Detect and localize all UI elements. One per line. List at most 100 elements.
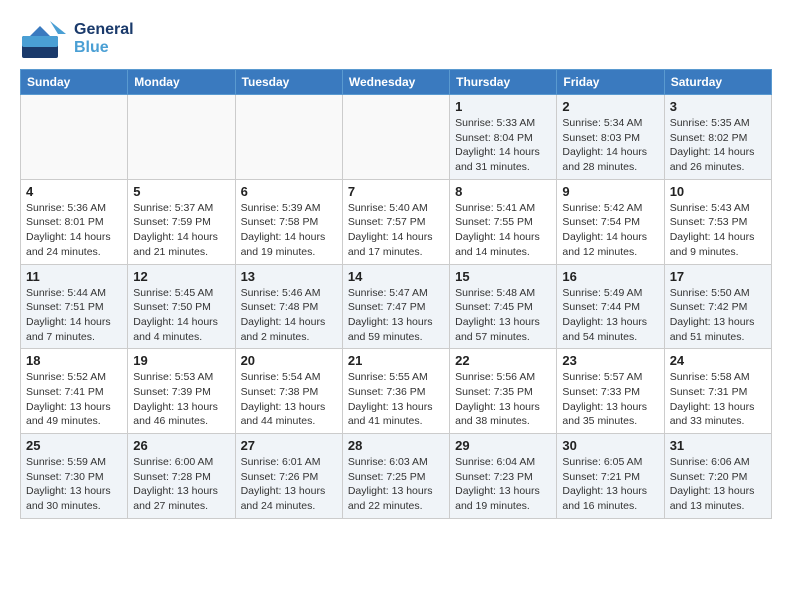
day-info: Sunrise: 5:42 AM Sunset: 7:54 PM Dayligh… [562, 201, 658, 260]
day-number: 12 [133, 269, 229, 284]
logo-blue-text: Blue [74, 39, 134, 57]
day-info: Sunrise: 5:36 AM Sunset: 8:01 PM Dayligh… [26, 201, 122, 260]
day-number: 5 [133, 184, 229, 199]
day-header-monday: Monday [128, 70, 235, 95]
calendar-cell: 3 Sunrise: 5:35 AM Sunset: 8:02 PM Daylig… [664, 95, 771, 180]
day-number: 25 [26, 438, 122, 453]
day-number: 21 [348, 353, 444, 368]
day-info: Sunrise: 5:35 AM Sunset: 8:02 PM Dayligh… [670, 116, 766, 175]
calendar-cell: 26 Sunrise: 6:00 AM Sunset: 7:28 PM Dayli… [128, 434, 235, 519]
day-number: 4 [26, 184, 122, 199]
day-number: 13 [241, 269, 337, 284]
day-info: Sunrise: 6:06 AM Sunset: 7:20 PM Dayligh… [670, 455, 766, 514]
day-headers-row: SundayMondayTuesdayWednesdayThursdayFrid… [21, 70, 772, 95]
calendar-cell: 30 Sunrise: 6:05 AM Sunset: 7:21 PM Dayli… [557, 434, 664, 519]
calendar-cell: 20 Sunrise: 5:54 AM Sunset: 7:38 PM Dayli… [235, 349, 342, 434]
week-row-4: 18 Sunrise: 5:52 AM Sunset: 7:41 PM Dayli… [21, 349, 772, 434]
day-number: 9 [562, 184, 658, 199]
day-number: 10 [670, 184, 766, 199]
day-info: Sunrise: 6:00 AM Sunset: 7:28 PM Dayligh… [133, 455, 229, 514]
day-number: 19 [133, 353, 229, 368]
calendar-cell: 21 Sunrise: 5:55 AM Sunset: 7:36 PM Dayli… [342, 349, 449, 434]
day-number: 3 [670, 99, 766, 114]
day-header-saturday: Saturday [664, 70, 771, 95]
calendar-cell: 31 Sunrise: 6:06 AM Sunset: 7:20 PM Dayli… [664, 434, 771, 519]
day-number: 8 [455, 184, 551, 199]
day-info: Sunrise: 5:41 AM Sunset: 7:55 PM Dayligh… [455, 201, 551, 260]
calendar-cell: 25 Sunrise: 5:59 AM Sunset: 7:30 PM Dayli… [21, 434, 128, 519]
calendar-cell: 13 Sunrise: 5:46 AM Sunset: 7:48 PM Dayli… [235, 264, 342, 349]
day-info: Sunrise: 5:40 AM Sunset: 7:57 PM Dayligh… [348, 201, 444, 260]
day-info: Sunrise: 5:55 AM Sunset: 7:36 PM Dayligh… [348, 370, 444, 429]
day-number: 26 [133, 438, 229, 453]
day-info: Sunrise: 5:39 AM Sunset: 7:58 PM Dayligh… [241, 201, 337, 260]
day-info: Sunrise: 5:49 AM Sunset: 7:44 PM Dayligh… [562, 286, 658, 345]
day-info: Sunrise: 5:45 AM Sunset: 7:50 PM Dayligh… [133, 286, 229, 345]
week-row-2: 4 Sunrise: 5:36 AM Sunset: 8:01 PM Daylig… [21, 179, 772, 264]
calendar-cell: 11 Sunrise: 5:44 AM Sunset: 7:51 PM Dayli… [21, 264, 128, 349]
logo-label: General Blue [74, 21, 134, 56]
calendar-cell: 27 Sunrise: 6:01 AM Sunset: 7:26 PM Dayli… [235, 434, 342, 519]
day-number: 31 [670, 438, 766, 453]
day-number: 30 [562, 438, 658, 453]
day-info: Sunrise: 5:50 AM Sunset: 7:42 PM Dayligh… [670, 286, 766, 345]
day-info: Sunrise: 5:52 AM Sunset: 7:41 PM Dayligh… [26, 370, 122, 429]
calendar-cell: 9 Sunrise: 5:42 AM Sunset: 7:54 PM Daylig… [557, 179, 664, 264]
day-info: Sunrise: 6:01 AM Sunset: 7:26 PM Dayligh… [241, 455, 337, 514]
day-number: 23 [562, 353, 658, 368]
calendar-cell: 14Sunrise: 5:47 AM Sunset: 7:47 PM Dayli… [342, 264, 449, 349]
day-info: Sunrise: 5:59 AM Sunset: 7:30 PM Dayligh… [26, 455, 122, 514]
calendar-cell: 8 Sunrise: 5:41 AM Sunset: 7:55 PM Daylig… [450, 179, 557, 264]
day-info: Sunrise: 5:48 AM Sunset: 7:45 PM Dayligh… [455, 286, 551, 345]
day-number: 1 [455, 99, 551, 114]
day-number: 11 [26, 269, 122, 284]
calendar-cell: 29Sunrise: 6:04 AM Sunset: 7:23 PM Dayli… [450, 434, 557, 519]
day-header-thursday: Thursday [450, 70, 557, 95]
calendar-cell: 18 Sunrise: 5:52 AM Sunset: 7:41 PM Dayli… [21, 349, 128, 434]
day-number: 18 [26, 353, 122, 368]
calendar-cell: 5 Sunrise: 5:37 AM Sunset: 7:59 PM Daylig… [128, 179, 235, 264]
calendar-cell: 4 Sunrise: 5:36 AM Sunset: 8:01 PM Daylig… [21, 179, 128, 264]
day-info: Sunrise: 6:05 AM Sunset: 7:21 PM Dayligh… [562, 455, 658, 514]
calendar-cell [21, 95, 128, 180]
day-number: 24 [670, 353, 766, 368]
day-number: 16 [562, 269, 658, 284]
day-info: Sunrise: 5:43 AM Sunset: 7:53 PM Dayligh… [670, 201, 766, 260]
day-number: 17 [670, 269, 766, 284]
calendar-cell: 17 Sunrise: 5:50 AM Sunset: 7:42 PM Dayli… [664, 264, 771, 349]
logo-svg-icon [20, 16, 70, 61]
day-number: 14 [348, 269, 444, 284]
day-header-friday: Friday [557, 70, 664, 95]
day-info: Sunrise: 5:34 AM Sunset: 8:03 PM Dayligh… [562, 116, 658, 175]
week-row-1: 1Sunrise: 5:33 AM Sunset: 8:04 PM Daylig… [21, 95, 772, 180]
day-number: 6 [241, 184, 337, 199]
calendar-cell: 19 Sunrise: 5:53 AM Sunset: 7:39 PM Dayli… [128, 349, 235, 434]
logo: General Blue [20, 16, 134, 61]
calendar-cell: 1Sunrise: 5:33 AM Sunset: 8:04 PM Daylig… [450, 95, 557, 180]
day-number: 7 [348, 184, 444, 199]
day-number: 22 [455, 353, 551, 368]
calendar-cell: 16 Sunrise: 5:49 AM Sunset: 7:44 PM Dayli… [557, 264, 664, 349]
week-row-5: 25 Sunrise: 5:59 AM Sunset: 7:30 PM Dayli… [21, 434, 772, 519]
day-info: Sunrise: 5:58 AM Sunset: 7:31 PM Dayligh… [670, 370, 766, 429]
day-info: Sunrise: 5:56 AM Sunset: 7:35 PM Dayligh… [455, 370, 551, 429]
day-info: Sunrise: 5:37 AM Sunset: 7:59 PM Dayligh… [133, 201, 229, 260]
calendar-cell [342, 95, 449, 180]
calendar-cell: 10 Sunrise: 5:43 AM Sunset: 7:53 PM Dayli… [664, 179, 771, 264]
day-number: 29 [455, 438, 551, 453]
day-number: 15 [455, 269, 551, 284]
day-header-tuesday: Tuesday [235, 70, 342, 95]
calendar-cell: 6 Sunrise: 5:39 AM Sunset: 7:58 PM Daylig… [235, 179, 342, 264]
calendar-cell: 15 Sunrise: 5:48 AM Sunset: 7:45 PM Dayli… [450, 264, 557, 349]
day-info: Sunrise: 5:53 AM Sunset: 7:39 PM Dayligh… [133, 370, 229, 429]
day-info: Sunrise: 5:44 AM Sunset: 7:51 PM Dayligh… [26, 286, 122, 345]
header: General Blue [20, 16, 772, 61]
calendar-cell [235, 95, 342, 180]
day-info: Sunrise: 5:54 AM Sunset: 7:38 PM Dayligh… [241, 370, 337, 429]
day-info: Sunrise: 5:46 AM Sunset: 7:48 PM Dayligh… [241, 286, 337, 345]
calendar-cell: 2Sunrise: 5:34 AM Sunset: 8:03 PM Daylig… [557, 95, 664, 180]
day-number: 27 [241, 438, 337, 453]
calendar-cell [128, 95, 235, 180]
day-info: Sunrise: 5:57 AM Sunset: 7:33 PM Dayligh… [562, 370, 658, 429]
day-number: 20 [241, 353, 337, 368]
